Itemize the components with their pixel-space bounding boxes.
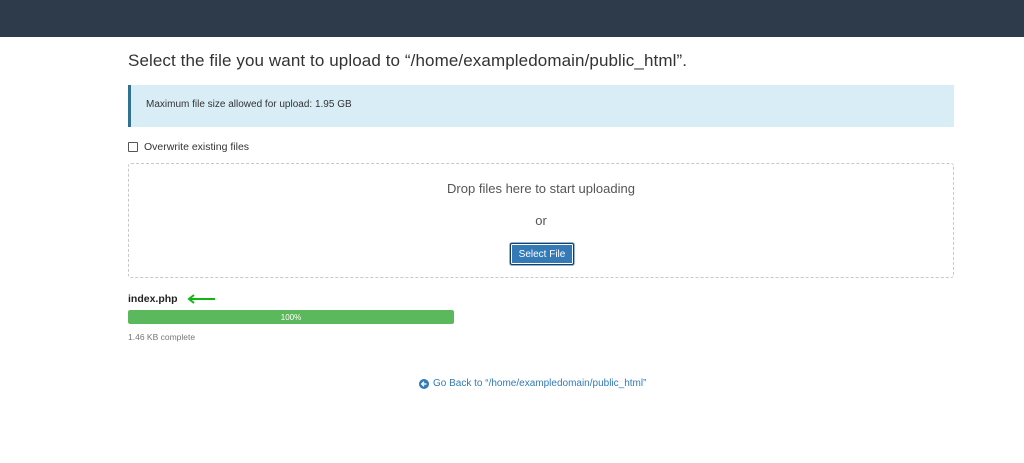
overwrite-label: Overwrite existing files: [144, 141, 250, 153]
select-file-button[interactable]: Select File: [510, 243, 574, 265]
go-back-link-text: Go Back to “/home/exampledomain/public_h…: [433, 378, 647, 389]
info-alert: Maximum file size allowed for upload: 1.…: [128, 85, 954, 127]
file-dropzone[interactable]: Drop files here to start uploading or Se…: [128, 163, 954, 278]
or-text: or: [535, 213, 547, 228]
go-back-link[interactable]: Go Back to “/home/exampledomain/public_h…: [419, 378, 646, 389]
overwrite-option[interactable]: Overwrite existing files: [128, 141, 249, 153]
uploaded-file-row: index.php: [128, 293, 216, 305]
page-title: Select the file you want to upload to “/…: [128, 51, 688, 70]
progress-label: 100%: [280, 312, 302, 322]
upload-progress: 100%: [128, 310, 454, 324]
arrow-left-icon: [186, 294, 215, 304]
upload-progress-bar: 100%: [128, 310, 454, 324]
overwrite-checkbox[interactable]: [128, 142, 138, 152]
top-navigation-bar: [0, 0, 1024, 37]
max-file-size-text: Maximum file size allowed for upload: 1.…: [146, 99, 352, 110]
upload-complete-text: 1.46 KB complete: [128, 332, 196, 342]
drop-files-text: Drop files here to start uploading: [447, 181, 635, 196]
uploaded-file-name: index.php: [128, 293, 178, 305]
circle-arrow-left-icon: [419, 378, 429, 389]
